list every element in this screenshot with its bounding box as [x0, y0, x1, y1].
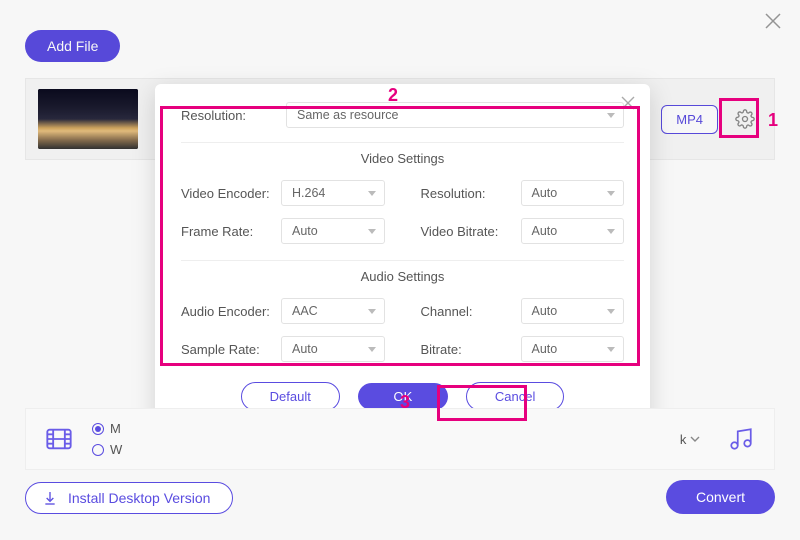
video-settings-title: Video Settings — [181, 151, 624, 166]
ok-button[interactable]: OK — [358, 383, 448, 410]
channel-label: Channel: — [421, 304, 521, 319]
video-bitrate-select[interactable]: Auto — [521, 218, 625, 244]
video-encoder-select[interactable]: H.264 — [281, 180, 385, 206]
frame-rate-select[interactable]: Auto — [281, 218, 385, 244]
resolution-label: Resolution: — [181, 108, 286, 123]
audio-encoder-label: Audio Encoder: — [181, 304, 281, 319]
sample-rate-select[interactable]: Auto — [281, 336, 385, 362]
output-option-1[interactable]: M — [92, 421, 122, 436]
radio-icon — [92, 423, 104, 435]
install-desktop-button[interactable]: Install Desktop Version — [25, 482, 233, 514]
output-option-2[interactable]: W — [92, 442, 122, 457]
default-button[interactable]: Default — [241, 382, 340, 411]
download-icon — [42, 490, 58, 506]
resolution-select[interactable]: Same as resource — [286, 102, 624, 128]
channel-select[interactable]: Auto — [521, 298, 625, 324]
video-resolution-select[interactable]: Auto — [521, 180, 625, 206]
dropdown-tail[interactable]: k — [680, 432, 700, 447]
video-resolution-label: Resolution: — [421, 186, 521, 201]
audio-settings-title: Audio Settings — [181, 269, 624, 284]
video-format-icon[interactable] — [42, 422, 76, 456]
video-bitrate-label: Video Bitrate: — [421, 224, 521, 239]
output-bar: M W k — [25, 408, 775, 470]
audio-encoder-select[interactable]: AAC — [281, 298, 385, 324]
audio-format-icon[interactable] — [724, 422, 758, 456]
audio-bitrate-label: Bitrate: — [421, 342, 521, 357]
video-encoder-label: Video Encoder: — [181, 186, 281, 201]
convert-button[interactable]: Convert — [666, 480, 775, 514]
audio-bitrate-select[interactable]: Auto — [521, 336, 625, 362]
sample-rate-label: Sample Rate: — [181, 342, 281, 357]
frame-rate-label: Frame Rate: — [181, 224, 281, 239]
radio-icon — [92, 444, 104, 456]
settings-dialog: Resolution: Same as resource Video Setti… — [155, 84, 650, 433]
cancel-button[interactable]: Cancel — [466, 382, 564, 411]
